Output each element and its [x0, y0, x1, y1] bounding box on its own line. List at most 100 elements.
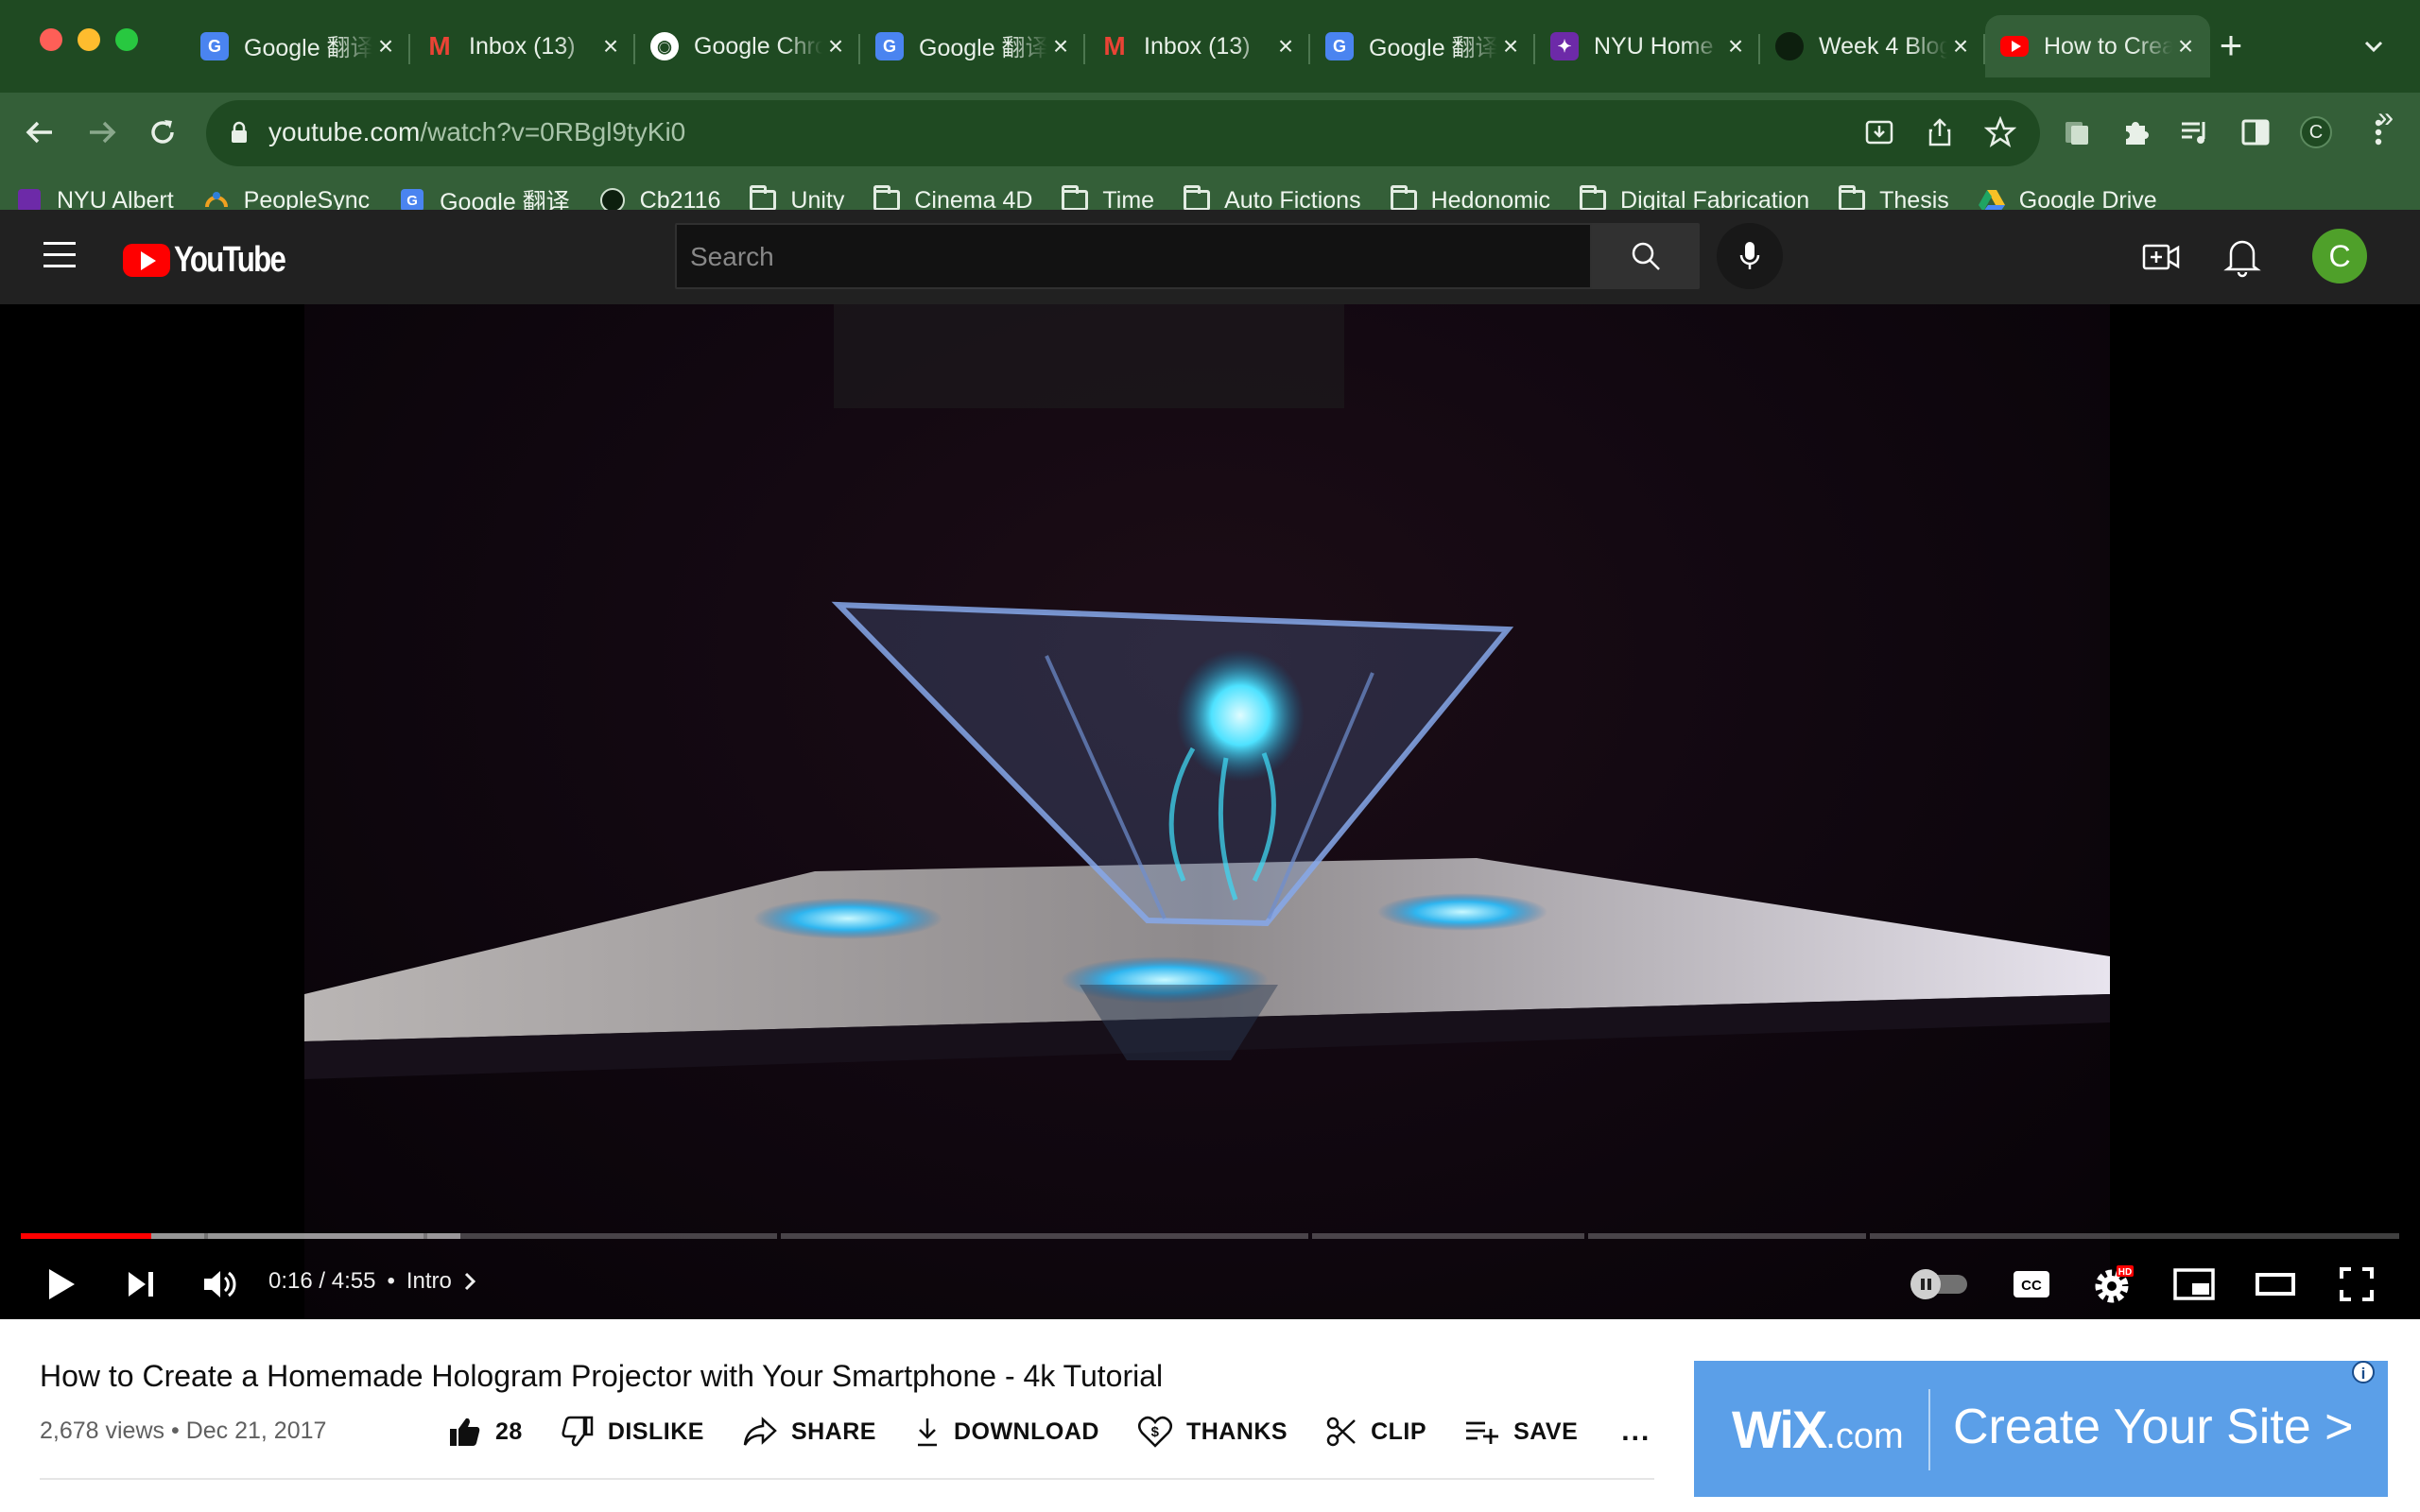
- browser-tab[interactable]: G Google 翻译 ×: [1310, 15, 1535, 77]
- tab-search-chevron-icon[interactable]: [2360, 32, 2388, 60]
- url-path: /watch?v=0RBgl9tyKi0: [420, 117, 686, 146]
- wix-ad-banner[interactable]: WiX.com Create Your Site >: [1694, 1361, 2388, 1497]
- like-button[interactable]: 28: [448, 1416, 523, 1448]
- window-minimize-button[interactable]: [78, 28, 100, 51]
- meta-separator: •: [164, 1418, 186, 1444]
- browser-tab[interactable]: Week 4 Blog ×: [1760, 15, 1985, 77]
- browser-toolbar: youtube.com/watch?v=0RBgl9tyKi0 C NYU Al…: [0, 93, 2420, 229]
- download-button[interactable]: DOWNLOAD: [914, 1416, 1099, 1448]
- autoplay-toggle[interactable]: [1910, 1259, 1970, 1310]
- dislike-button[interactable]: DISLIKE: [561, 1416, 704, 1448]
- voice-search-button[interactable]: [1717, 223, 1783, 289]
- theater-mode-button[interactable]: [2252, 1259, 2299, 1310]
- miniplayer-button[interactable]: [2170, 1259, 2218, 1310]
- chapter-segment[interactable]: [1588, 1233, 1866, 1239]
- window-maximize-button[interactable]: [115, 28, 138, 51]
- video-player[interactable]: 0:16 / 4:55 • Intro CC HD: [0, 304, 2420, 1319]
- volume-button[interactable]: [197, 1259, 244, 1310]
- tab-close-icon[interactable]: ×: [2172, 33, 2199, 60]
- subtitles-button[interactable]: CC: [2008, 1259, 2055, 1310]
- dislike-label: DISLIKE: [607, 1418, 704, 1445]
- browser-tab[interactable]: M Inbox (13) ×: [410, 15, 635, 77]
- youtube-icon: [2000, 36, 2029, 57]
- tab-title: Google Chrome: [694, 32, 822, 60]
- play-button[interactable]: [38, 1259, 85, 1310]
- settings-button[interactable]: HD: [2087, 1259, 2140, 1310]
- search-box: [675, 223, 1592, 289]
- share-button[interactable]: SHARE: [742, 1417, 876, 1447]
- download-label: DOWNLOAD: [953, 1418, 1099, 1445]
- thanks-button[interactable]: $ THANKS: [1137, 1414, 1288, 1450]
- browser-tab[interactable]: ✦ NYU Home ×: [1535, 15, 1760, 77]
- extension-icon[interactable]: [2055, 112, 2097, 153]
- url-text[interactable]: youtube.com/watch?v=0RBgl9tyKi0: [268, 117, 685, 147]
- notifications-bell-icon[interactable]: [2221, 234, 2263, 278]
- tab-close-icon[interactable]: ×: [1722, 33, 1749, 60]
- nyu-icon: ✦: [1550, 32, 1579, 60]
- globe-icon: ◉: [650, 32, 679, 60]
- new-tab-button[interactable]: +: [2212, 25, 2250, 66]
- tab-close-icon[interactable]: ×: [372, 33, 399, 60]
- install-app-icon[interactable]: [1858, 112, 1900, 153]
- browser-tab[interactable]: ◉ Google Chrome×: [635, 15, 860, 77]
- address-bar[interactable]: youtube.com/watch?v=0RBgl9tyKi0: [206, 100, 2040, 166]
- side-panel-icon[interactable]: [2235, 112, 2276, 153]
- search-button[interactable]: [1592, 223, 1700, 289]
- tab-close-icon[interactable]: ×: [1947, 33, 1974, 60]
- search-input[interactable]: [688, 225, 1581, 289]
- fullscreen-icon: [2340, 1267, 2374, 1301]
- clip-button[interactable]: CLIP: [1325, 1416, 1426, 1448]
- pause-icon: [1910, 1269, 1941, 1299]
- account-avatar[interactable]: C: [2312, 229, 2367, 284]
- profile-initial: C: [2300, 116, 2332, 148]
- tab-title: NYU Home: [1594, 32, 1714, 60]
- youtube-logo[interactable]: YouTube: [123, 240, 309, 281]
- chapter-segment[interactable]: [1312, 1233, 1584, 1239]
- duration: 4:55: [331, 1268, 376, 1294]
- more-actions-button[interactable]: ...: [1621, 1416, 1651, 1448]
- chapter-button[interactable]: Intro: [406, 1268, 476, 1295]
- create-video-icon[interactable]: [2140, 236, 2182, 278]
- bookmarks-overflow-button[interactable]: »: [2377, 102, 2394, 134]
- ad-cta[interactable]: Create Your Site >: [1953, 1399, 2354, 1455]
- menu-hamburger-icon[interactable]: [43, 242, 76, 270]
- tab-title: Inbox (13): [469, 32, 576, 60]
- ad-info-icon[interactable]: i: [2352, 1361, 2375, 1383]
- tab-close-icon[interactable]: ×: [1497, 33, 1524, 60]
- browser-tab[interactable]: M Inbox (13) ×: [1085, 15, 1310, 77]
- gmail-icon: M: [428, 31, 451, 60]
- media-controls-icon[interactable]: [2174, 112, 2216, 153]
- browser-tab[interactable]: How to Create×: [1985, 15, 2210, 77]
- thanks-label: THANKS: [1185, 1418, 1288, 1445]
- skip-next-icon: [129, 1272, 153, 1297]
- puzzle-extensions-icon[interactable]: [2116, 112, 2157, 153]
- browser-tab[interactable]: G Google 翻译 ×: [860, 15, 1085, 77]
- tab-close-icon[interactable]: ×: [1047, 33, 1074, 60]
- progress-played: [21, 1233, 152, 1239]
- next-video-button[interactable]: [117, 1259, 164, 1310]
- chapter-segment[interactable]: [781, 1233, 1308, 1239]
- save-button[interactable]: SAVE: [1464, 1418, 1578, 1446]
- save-label: SAVE: [1513, 1418, 1579, 1445]
- chapter-segment[interactable]: [427, 1233, 777, 1239]
- github-icon: [1775, 32, 1804, 60]
- bookmark-star-icon[interactable]: [1979, 112, 2021, 153]
- url-host: youtube.com: [268, 117, 421, 146]
- window-close-button[interactable]: [40, 28, 62, 51]
- tab-close-icon[interactable]: ×: [1272, 33, 1299, 60]
- tab-close-icon[interactable]: ×: [597, 33, 624, 60]
- play-icon: [49, 1269, 75, 1299]
- forward-arrow-icon[interactable]: [81, 112, 123, 153]
- profile-avatar[interactable]: C: [2295, 112, 2337, 153]
- back-arrow-icon[interactable]: [19, 112, 60, 153]
- browser-tab[interactable]: G Google 翻译 ×: [185, 15, 410, 77]
- google-translate-icon: G: [200, 32, 229, 60]
- reload-icon[interactable]: [142, 112, 183, 153]
- tab-title: Inbox (13): [1144, 32, 1251, 60]
- gear-icon: HD: [2095, 1265, 2134, 1303]
- chapter-segment[interactable]: [1870, 1233, 2399, 1239]
- fullscreen-button[interactable]: [2333, 1259, 2380, 1310]
- tab-close-icon[interactable]: ×: [822, 33, 849, 60]
- progress-bar[interactable]: [21, 1233, 2399, 1239]
- share-page-icon[interactable]: [1919, 112, 1961, 153]
